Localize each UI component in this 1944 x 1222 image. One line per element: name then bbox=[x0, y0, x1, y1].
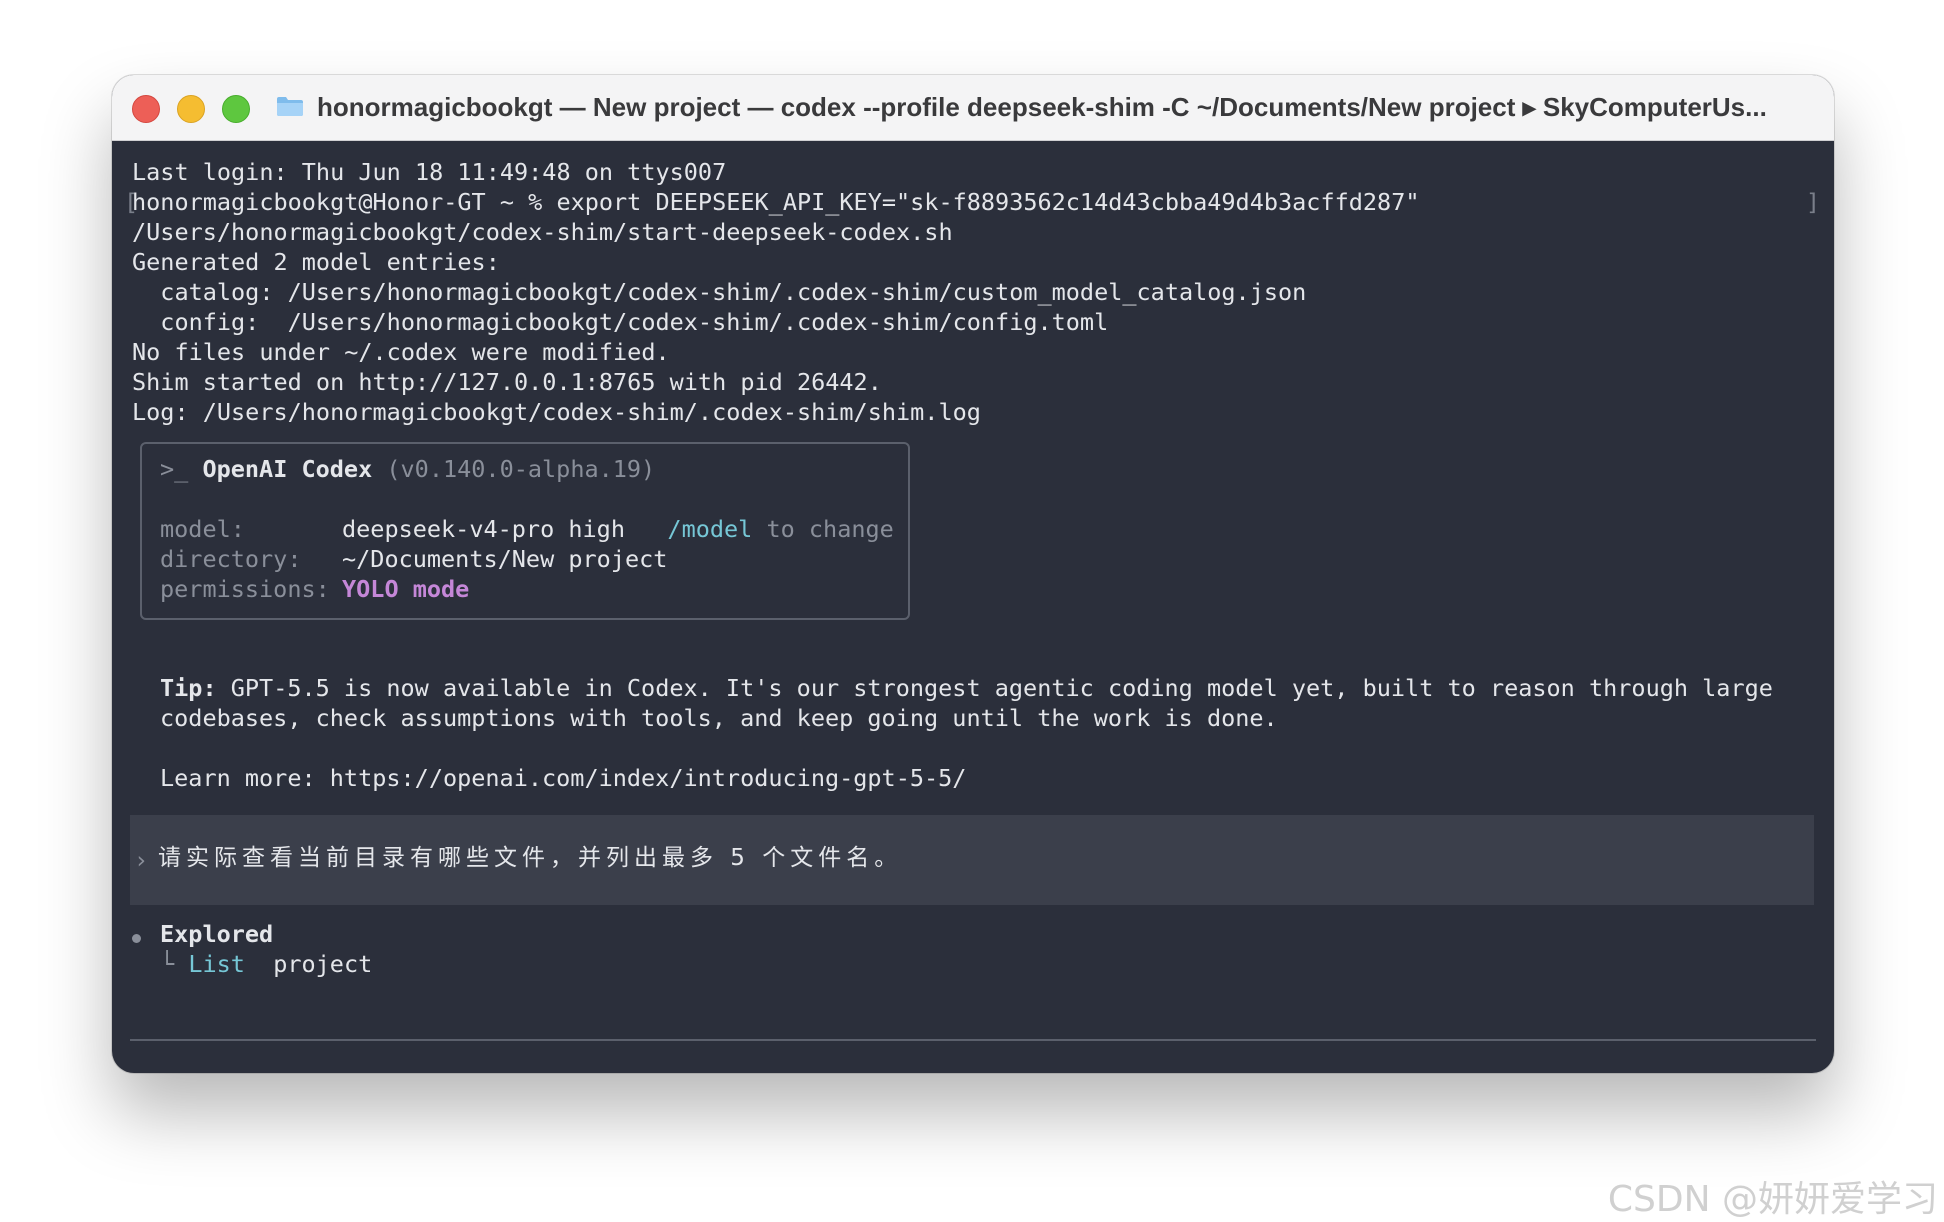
prompt-glyph: >_ bbox=[160, 455, 189, 483]
prompt-text: 请实际查看当前目录有哪些文件，并列出最多 5 个文件名。 bbox=[158, 845, 903, 871]
folder-icon bbox=[277, 97, 303, 116]
learn-more-link[interactable]: Learn more: https://openai.com/index/int… bbox=[160, 763, 966, 793]
directory-value: ~/Documents/New project bbox=[342, 545, 668, 573]
terminal-line: /Users/honormagicbookgt/codex-shim/start… bbox=[132, 218, 953, 246]
explored-item: └ List project bbox=[160, 949, 372, 979]
model-value: deepseek-v4-pro high bbox=[342, 515, 625, 543]
tip-line-1: Tip: GPT-5.5 is now available in Codex. … bbox=[160, 673, 1773, 703]
codex-info-box: >_ OpenAI Codex (v0.140.0-alpha.19) mode… bbox=[140, 442, 910, 620]
terminal-line: Last login: Thu Jun 18 11:49:48 on ttys0… bbox=[132, 158, 727, 186]
directory-label: directory: bbox=[160, 545, 302, 573]
terminal-line: Shim started on http://127.0.0.1:8765 wi… bbox=[132, 368, 882, 396]
explored-target: project bbox=[273, 950, 373, 978]
selection-bracket-right: ] bbox=[1805, 188, 1820, 216]
tip-text: GPT-5.5 is now available in Codex. It's … bbox=[230, 674, 1773, 702]
status-bullet-icon bbox=[132, 934, 141, 943]
model-hint: to change bbox=[766, 515, 894, 543]
terminal-line: honormagicbookgt@Honor-GT ~ % export DEE… bbox=[132, 188, 1420, 216]
title-bar: honormagicbookgt — New project — codex -… bbox=[112, 75, 1834, 141]
minimize-button[interactable] bbox=[177, 95, 205, 123]
terminal-window: honormagicbookgt — New project — codex -… bbox=[112, 75, 1834, 1073]
codex-version: (v0.140.0-alpha.19) bbox=[386, 455, 656, 483]
codex-name: OpenAI Codex bbox=[202, 455, 373, 483]
composer-divider bbox=[130, 1039, 1816, 1041]
tip-line-2: codebases, check assumptions with tools,… bbox=[160, 704, 1278, 732]
model-command: /model bbox=[667, 515, 753, 543]
permissions-label: permissions: bbox=[160, 575, 330, 603]
zoom-button[interactable] bbox=[222, 95, 250, 123]
terminal-line: config: /Users/honormagicbookgt/codex-sh… bbox=[132, 308, 1109, 336]
model-label: model: bbox=[160, 515, 245, 543]
tip-label: Tip: bbox=[160, 674, 217, 702]
terminal-line: No files under ~/.codex were modified. bbox=[132, 338, 670, 366]
terminal-line: Generated 2 model entries: bbox=[132, 248, 500, 276]
terminal-content[interactable]: Last login: Thu Jun 18 11:49:48 on ttys0… bbox=[112, 141, 1834, 1073]
model-value-row: deepseek-v4-pro high /model to change bbox=[342, 514, 894, 544]
permissions-value: YOLO mode bbox=[342, 575, 470, 603]
tree-branch-icon: └ bbox=[160, 950, 175, 978]
user-prompt: › 请实际查看当前目录有哪些文件，并列出最多 5 个文件名。 bbox=[130, 815, 1814, 905]
explored-title: Explored bbox=[160, 920, 274, 948]
explored-action: List bbox=[188, 950, 245, 978]
terminal-line: catalog: /Users/honormagicbookgt/codex-s… bbox=[132, 278, 1307, 306]
window-title: honormagicbookgt — New project — codex -… bbox=[317, 92, 1767, 122]
watermark: CSDN @妍妍爱学习 bbox=[1607, 1179, 1938, 1220]
codex-header: >_ OpenAI Codex (v0.140.0-alpha.19) bbox=[160, 454, 655, 484]
terminal-line: Log: /Users/honormagicbookgt/codex-shim/… bbox=[132, 398, 981, 426]
prompt-chevron-icon: › bbox=[134, 846, 149, 874]
close-button[interactable] bbox=[132, 95, 160, 123]
